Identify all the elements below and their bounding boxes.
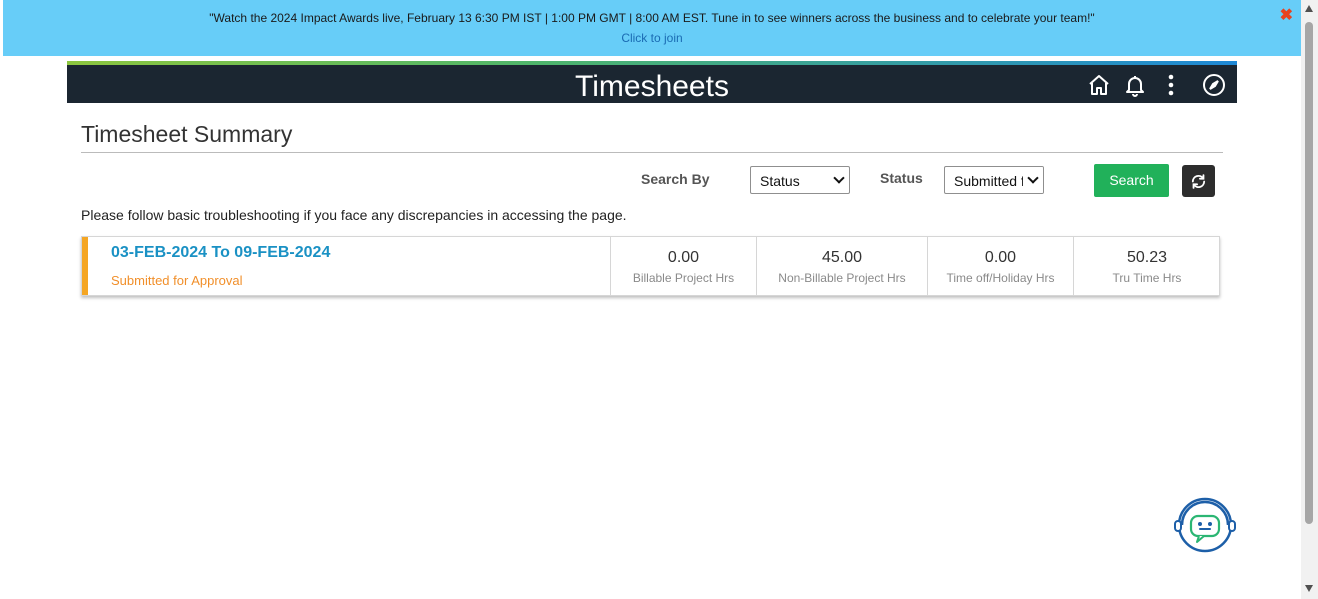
banner-join-link[interactable]: Click to join bbox=[3, 31, 1301, 45]
search-by-label: Search By bbox=[641, 171, 710, 187]
page-title: Timesheet Summary bbox=[81, 121, 293, 147]
stat-label: Tru Time Hrs bbox=[1112, 271, 1182, 285]
timesheet-status: Submitted for Approval bbox=[111, 273, 243, 288]
more-vertical-icon[interactable] bbox=[1159, 73, 1183, 97]
search-by-selected-value: Status bbox=[760, 173, 800, 189]
status-select[interactable]: Submitted f bbox=[944, 166, 1044, 194]
stat-label: Billable Project Hrs bbox=[632, 271, 735, 285]
app-title: Timesheets bbox=[575, 70, 729, 103]
stat-value: 45.00 bbox=[821, 249, 863, 266]
vertical-scrollbar[interactable] bbox=[1301, 0, 1318, 599]
stat-label: Time off/Holiday Hrs bbox=[946, 271, 1055, 285]
stat-label: Non-Billable Project Hrs bbox=[778, 271, 906, 285]
scrollbar-thumb[interactable] bbox=[1305, 22, 1313, 524]
stat-value: 0.00 bbox=[984, 249, 1017, 266]
timesheet-card[interactable]: 03-FEB-2024 To 09-FEB-2024 Submitted for… bbox=[81, 236, 1220, 296]
chevron-down-icon bbox=[833, 172, 845, 184]
scroll-down-arrow-icon[interactable] bbox=[1305, 585, 1313, 592]
troubleshooting-info-text: Please follow basic troubleshooting if y… bbox=[81, 207, 627, 223]
chatbot-button[interactable] bbox=[1172, 497, 1238, 553]
stat-billable-hours: 0.00 Billable Project Hrs bbox=[610, 237, 756, 295]
stat-non-billable-hours: 45.00 Non-Billable Project Hrs bbox=[756, 237, 927, 295]
banner-message: "Watch the 2024 Impact Awards live, Febr… bbox=[209, 11, 1095, 25]
status-selected-value: Submitted f bbox=[954, 173, 1025, 189]
compass-icon[interactable] bbox=[1202, 73, 1226, 97]
search-button[interactable]: Search bbox=[1094, 164, 1169, 197]
announcement-banner: "Watch the 2024 Impact Awards live, Febr… bbox=[3, 0, 1301, 56]
bell-icon[interactable] bbox=[1123, 73, 1147, 97]
chatbot-icon bbox=[1174, 497, 1236, 553]
stat-value: 0.00 bbox=[667, 249, 700, 266]
search-by-select[interactable]: Status bbox=[750, 166, 850, 194]
stat-tru-time-hours: 50.23 Tru Time Hrs bbox=[1073, 237, 1220, 295]
title-divider bbox=[81, 152, 1223, 153]
scroll-up-arrow-icon[interactable] bbox=[1305, 5, 1313, 12]
timesheet-period-link[interactable]: 03-FEB-2024 To 09-FEB-2024 bbox=[111, 244, 330, 262]
app-header: Timesheets bbox=[67, 65, 1237, 103]
refresh-button[interactable] bbox=[1182, 165, 1215, 197]
close-icon[interactable]: ✖ bbox=[1280, 8, 1293, 24]
refresh-icon bbox=[1191, 174, 1206, 189]
stat-value: 50.23 bbox=[1126, 249, 1168, 266]
home-icon[interactable] bbox=[1087, 73, 1111, 97]
stat-time-off-hours: 0.00 Time off/Holiday Hrs bbox=[927, 237, 1073, 295]
card-status-accent bbox=[82, 237, 88, 295]
status-label: Status bbox=[880, 170, 923, 186]
